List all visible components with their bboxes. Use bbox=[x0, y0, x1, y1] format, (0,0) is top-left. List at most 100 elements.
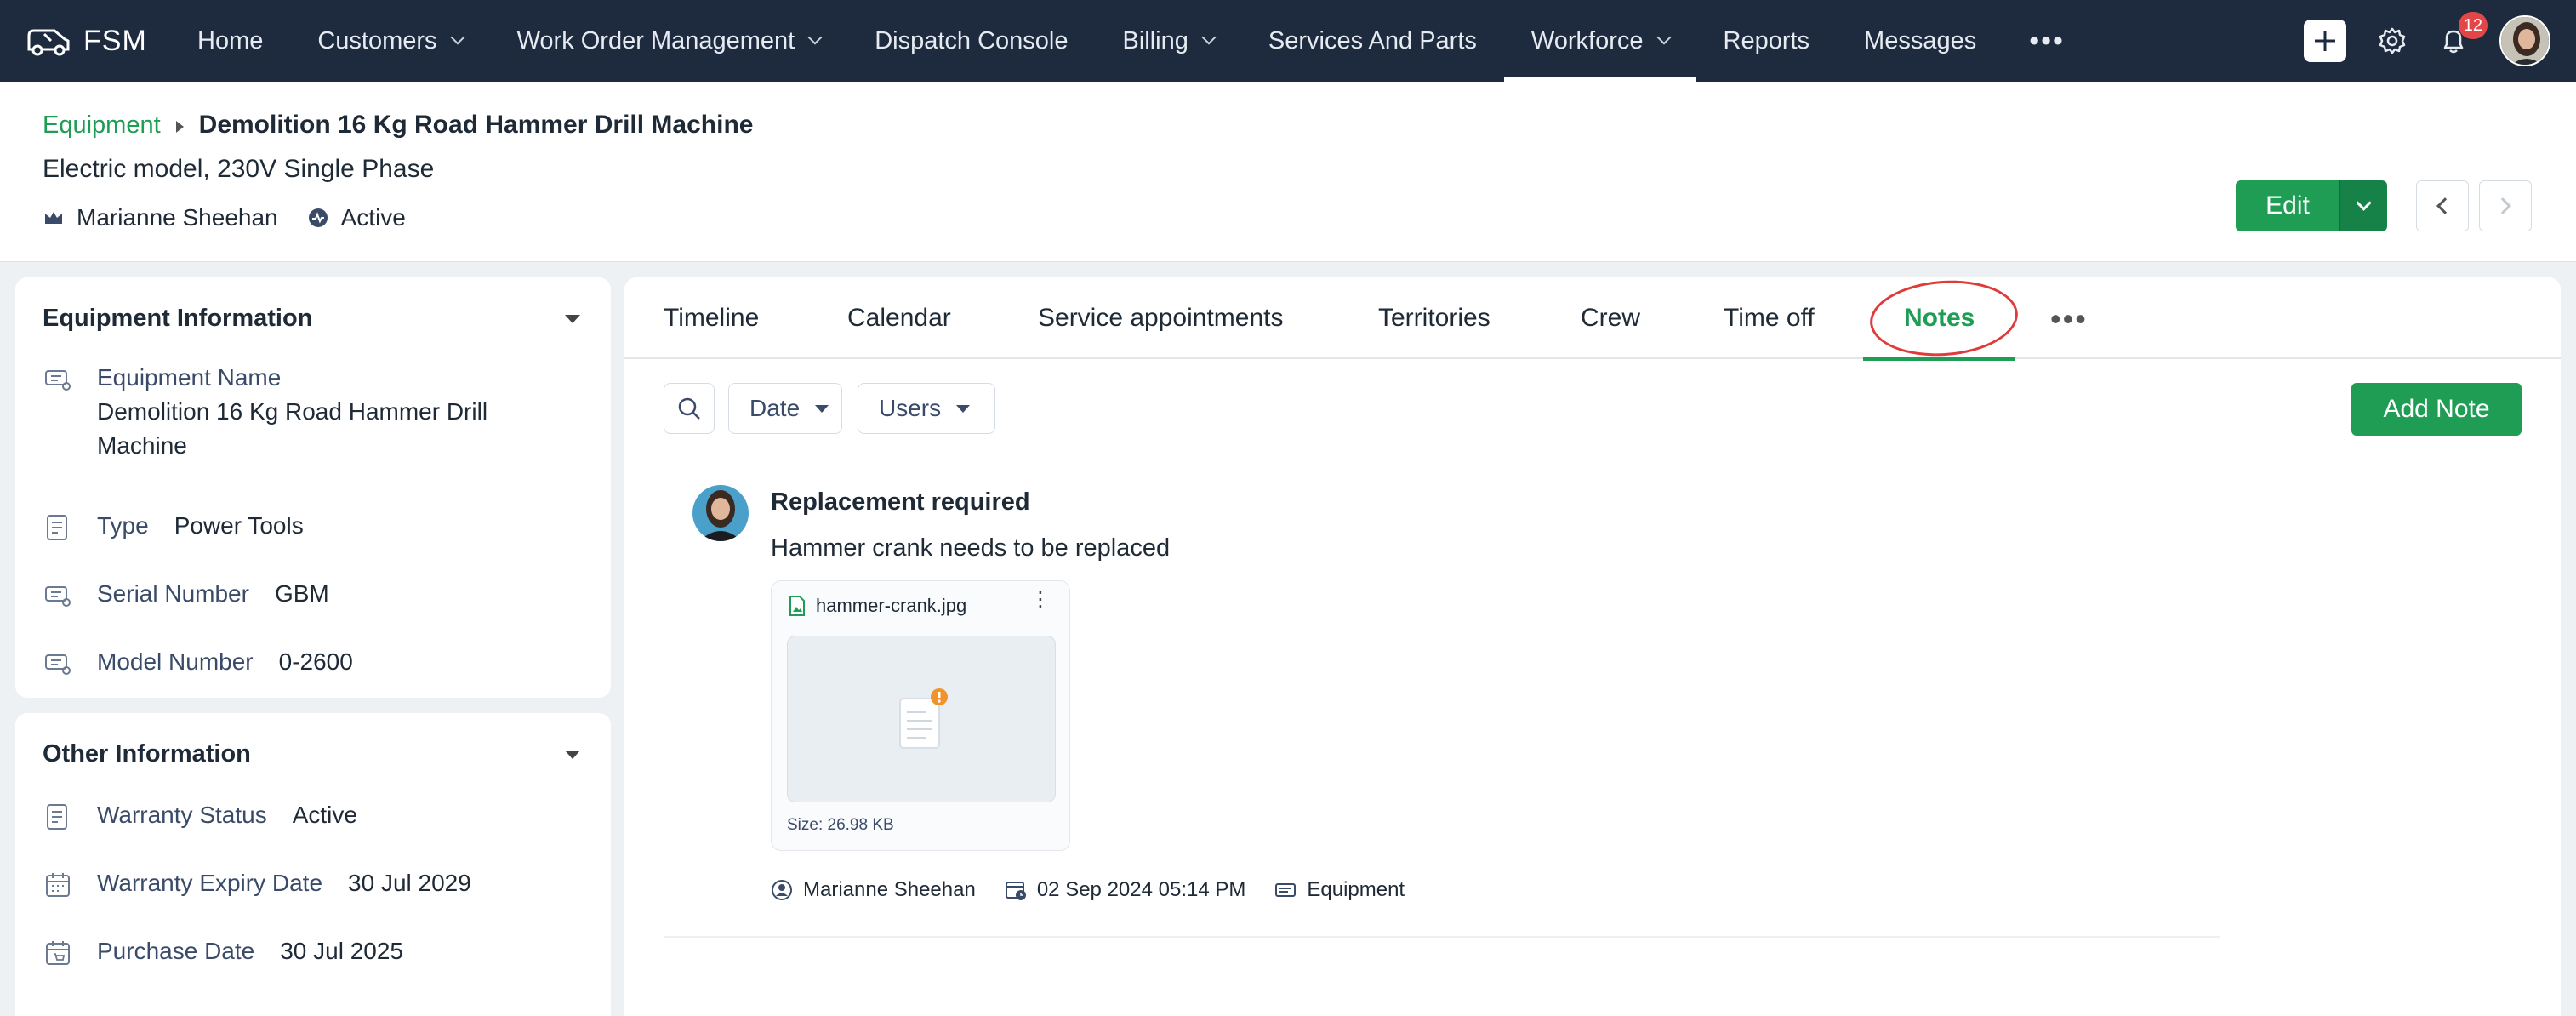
field-value: 0-2600 bbox=[278, 648, 353, 675]
tab-territories[interactable]: Territories bbox=[1378, 277, 1490, 359]
nav-dispatch-label: Dispatch Console bbox=[875, 26, 1069, 54]
field-value: Power Tools bbox=[174, 512, 304, 539]
note-author-avatar bbox=[692, 485, 749, 541]
attachment-name: hammer-crank.jpg bbox=[789, 595, 966, 617]
nav-messages[interactable]: Messages bbox=[1837, 0, 2003, 82]
tab-calendar[interactable]: Calendar bbox=[847, 277, 951, 359]
caret-down-icon bbox=[815, 404, 829, 413]
note-module: Equipment bbox=[1274, 878, 1405, 902]
nav-services-label: Services And Parts bbox=[1268, 26, 1477, 54]
van-logo-icon bbox=[27, 29, 70, 56]
edit-button[interactable]: Edit bbox=[2236, 180, 2339, 231]
note-author: Marianne Sheehan bbox=[771, 878, 976, 902]
field-label: Purchase Date bbox=[97, 938, 255, 964]
nav-work-order-label: Work Order Management bbox=[516, 26, 795, 54]
edit-button-group: Edit bbox=[2236, 180, 2387, 231]
field-value: 30 Jul 2025 bbox=[280, 938, 404, 964]
nav-services-and-parts[interactable]: Services And Parts bbox=[1241, 0, 1504, 82]
add-note-button[interactable]: Add Note bbox=[2351, 383, 2522, 436]
collapse-caret-icon[interactable] bbox=[565, 315, 580, 323]
nav-home-label: Home bbox=[197, 26, 264, 54]
field-value: Demolition 16 Kg Road Hammer Drill Machi… bbox=[97, 398, 488, 459]
edit-dropdown-button[interactable] bbox=[2339, 180, 2387, 231]
crown-icon bbox=[45, 212, 62, 224]
record-header: Equipment Demolition 16 Kg Road Hammer D… bbox=[0, 82, 2576, 262]
quick-create-button[interactable] bbox=[2304, 20, 2346, 62]
attachment-card[interactable]: hammer-crank.jpg ⋮ Size: 26.98 KB bbox=[771, 580, 1070, 851]
attachment-menu-button[interactable]: ⋮ bbox=[1030, 590, 1051, 610]
chevron-down-icon bbox=[2356, 194, 2372, 211]
tab-timeline[interactable]: Timeline bbox=[664, 277, 759, 359]
field-value: Active bbox=[292, 802, 357, 828]
chevron-left-icon bbox=[2436, 197, 2453, 214]
main-content: Timeline Calendar Service appointments T… bbox=[624, 276, 2561, 1016]
date-filter-dropdown[interactable]: Date bbox=[728, 383, 842, 434]
status-active-icon bbox=[308, 208, 328, 227]
field-label: Serial Number bbox=[97, 580, 249, 607]
gear-icon bbox=[2379, 27, 2406, 54]
note-author-name: Marianne Sheehan bbox=[803, 878, 976, 901]
note-timestamp: 02 Sep 2024 05:14 PM bbox=[1005, 878, 1246, 902]
tag-icon bbox=[45, 586, 71, 607]
chevron-right-icon bbox=[2494, 197, 2511, 214]
tab-time-off[interactable]: Time off bbox=[1724, 277, 1815, 359]
field-warranty-expiry-date: Warranty Expiry Date 30 Jul 2029 bbox=[43, 870, 471, 900]
nav-workforce-label: Workforce bbox=[1530, 26, 1644, 54]
field-label: Warranty Status bbox=[97, 802, 267, 828]
tab-service-appointments[interactable]: Service appointments bbox=[1038, 277, 1284, 359]
nav-reports-label: Reports bbox=[1723, 26, 1810, 54]
record-status-label: Active bbox=[340, 204, 406, 231]
document-icon bbox=[47, 804, 67, 830]
breadcrumb-equipment-link[interactable]: Equipment bbox=[43, 111, 161, 140]
plus-icon bbox=[2315, 31, 2335, 51]
field-value: GBM bbox=[274, 580, 329, 607]
note-divider bbox=[664, 936, 2220, 938]
user-avatar-image bbox=[2501, 17, 2549, 65]
tag-icon bbox=[45, 370, 71, 391]
next-record-button[interactable] bbox=[2479, 180, 2532, 231]
breadcrumb-separator-icon bbox=[175, 121, 184, 133]
note-author-avatar-image bbox=[692, 485, 749, 541]
tab-crew[interactable]: Crew bbox=[1581, 277, 1640, 359]
attachment-size: Size: 26.98 KB bbox=[787, 816, 894, 834]
nav-reports[interactable]: Reports bbox=[1696, 0, 1838, 82]
notifications-button[interactable]: 12 bbox=[2438, 12, 2488, 56]
users-filter-dropdown[interactable]: Users bbox=[858, 383, 995, 434]
record-status: Active bbox=[307, 204, 406, 231]
brand[interactable]: FSM bbox=[0, 24, 170, 58]
field-warranty-status: Warranty Status Active bbox=[43, 802, 357, 832]
file-warning-icon bbox=[899, 688, 948, 749]
note-module-text: Equipment bbox=[1307, 878, 1405, 901]
record-meta: Marianne Sheehan Active bbox=[43, 204, 435, 231]
notes-search-button[interactable] bbox=[664, 383, 715, 434]
other-information-panel: Other Information Warranty Status Active… bbox=[15, 713, 611, 1016]
nav-home[interactable]: Home bbox=[170, 0, 290, 82]
note-body: Hammer crank needs to be replaced bbox=[771, 534, 1171, 562]
settings-button[interactable] bbox=[2377, 26, 2408, 56]
chevron-down-icon bbox=[450, 30, 465, 45]
tab-notes[interactable]: Notes bbox=[1862, 277, 2016, 361]
field-label: Equipment Name bbox=[97, 364, 282, 391]
nav-dispatch-console[interactable]: Dispatch Console bbox=[847, 0, 1095, 82]
tabs-more-button[interactable]: ••• bbox=[2050, 301, 2088, 337]
note-timestamp-text: 02 Sep 2024 05:14 PM bbox=[1036, 878, 1246, 901]
record-title: Demolition 16 Kg Road Hammer Drill Machi… bbox=[198, 111, 754, 139]
nav-workforce[interactable]: Workforce bbox=[1503, 0, 1696, 82]
top-navigation: FSM Home Customers Work Order Management… bbox=[0, 0, 2576, 82]
nav-more-button[interactable]: ••• bbox=[2003, 25, 2090, 58]
nav-billing[interactable]: Billing bbox=[1096, 0, 1241, 82]
collapse-caret-icon[interactable] bbox=[565, 751, 580, 759]
user-avatar[interactable] bbox=[2499, 15, 2550, 66]
field-value: 30 Jul 2029 bbox=[348, 870, 471, 896]
calendar-clock-icon bbox=[1005, 882, 1026, 900]
attachment-thumbnail[interactable] bbox=[787, 636, 1056, 802]
field-purchase-date: Purchase Date 30 Jul 2025 bbox=[43, 938, 403, 968]
field-serial-number: Serial Number GBM bbox=[43, 580, 329, 611]
purchase-calendar-icon bbox=[46, 941, 70, 965]
nav-work-order-management[interactable]: Work Order Management bbox=[490, 0, 848, 82]
record-owner: Marianne Sheehan bbox=[43, 204, 278, 231]
note-title: Replacement required bbox=[771, 488, 1030, 516]
users-filter-label: Users bbox=[879, 395, 942, 421]
previous-record-button[interactable] bbox=[2416, 180, 2469, 231]
nav-customers[interactable]: Customers bbox=[290, 0, 489, 82]
